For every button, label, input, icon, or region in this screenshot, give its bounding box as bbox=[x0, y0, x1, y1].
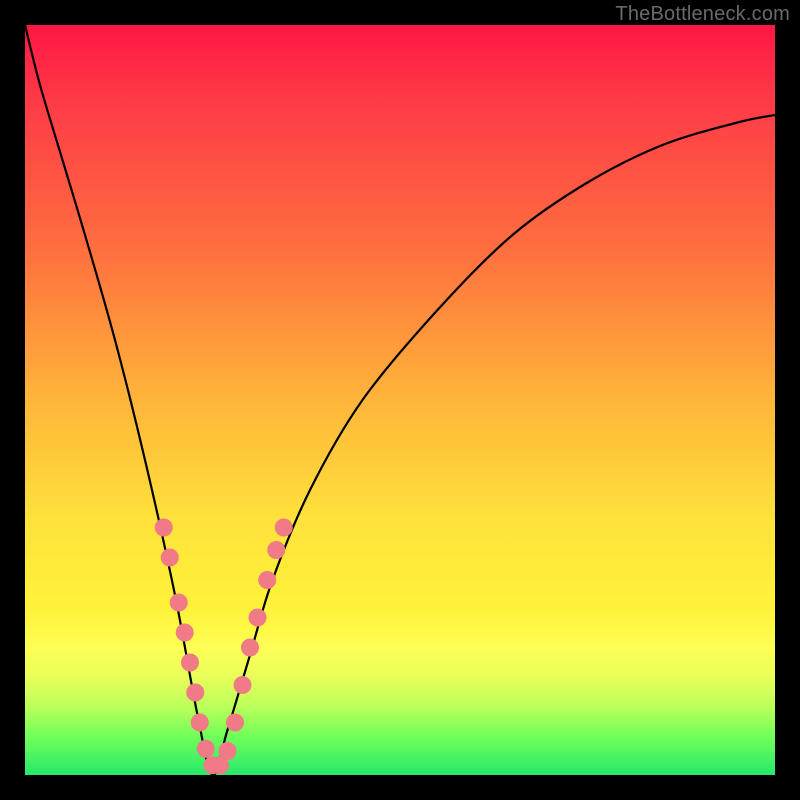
trough-marker bbox=[181, 654, 199, 672]
trough-marker bbox=[161, 549, 179, 567]
trough-markers bbox=[155, 519, 293, 775]
curve-layer bbox=[25, 25, 775, 775]
plot-area bbox=[25, 25, 775, 775]
trough-marker bbox=[267, 541, 285, 559]
trough-marker bbox=[241, 639, 259, 657]
chart-frame: TheBottleneck.com bbox=[0, 0, 800, 800]
trough-marker bbox=[155, 519, 173, 537]
trough-marker bbox=[249, 609, 267, 627]
trough-marker bbox=[170, 594, 188, 612]
trough-marker bbox=[191, 714, 209, 732]
trough-marker bbox=[197, 740, 215, 758]
trough-marker bbox=[219, 742, 237, 760]
trough-marker bbox=[186, 684, 204, 702]
trough-marker bbox=[234, 676, 252, 694]
trough-marker bbox=[176, 624, 194, 642]
trough-marker bbox=[275, 519, 293, 537]
bottleneck-curve bbox=[25, 25, 775, 775]
bottleneck-curve-path bbox=[25, 25, 775, 775]
watermark-text: TheBottleneck.com bbox=[615, 3, 790, 26]
trough-marker bbox=[258, 571, 276, 589]
trough-marker bbox=[226, 714, 244, 732]
